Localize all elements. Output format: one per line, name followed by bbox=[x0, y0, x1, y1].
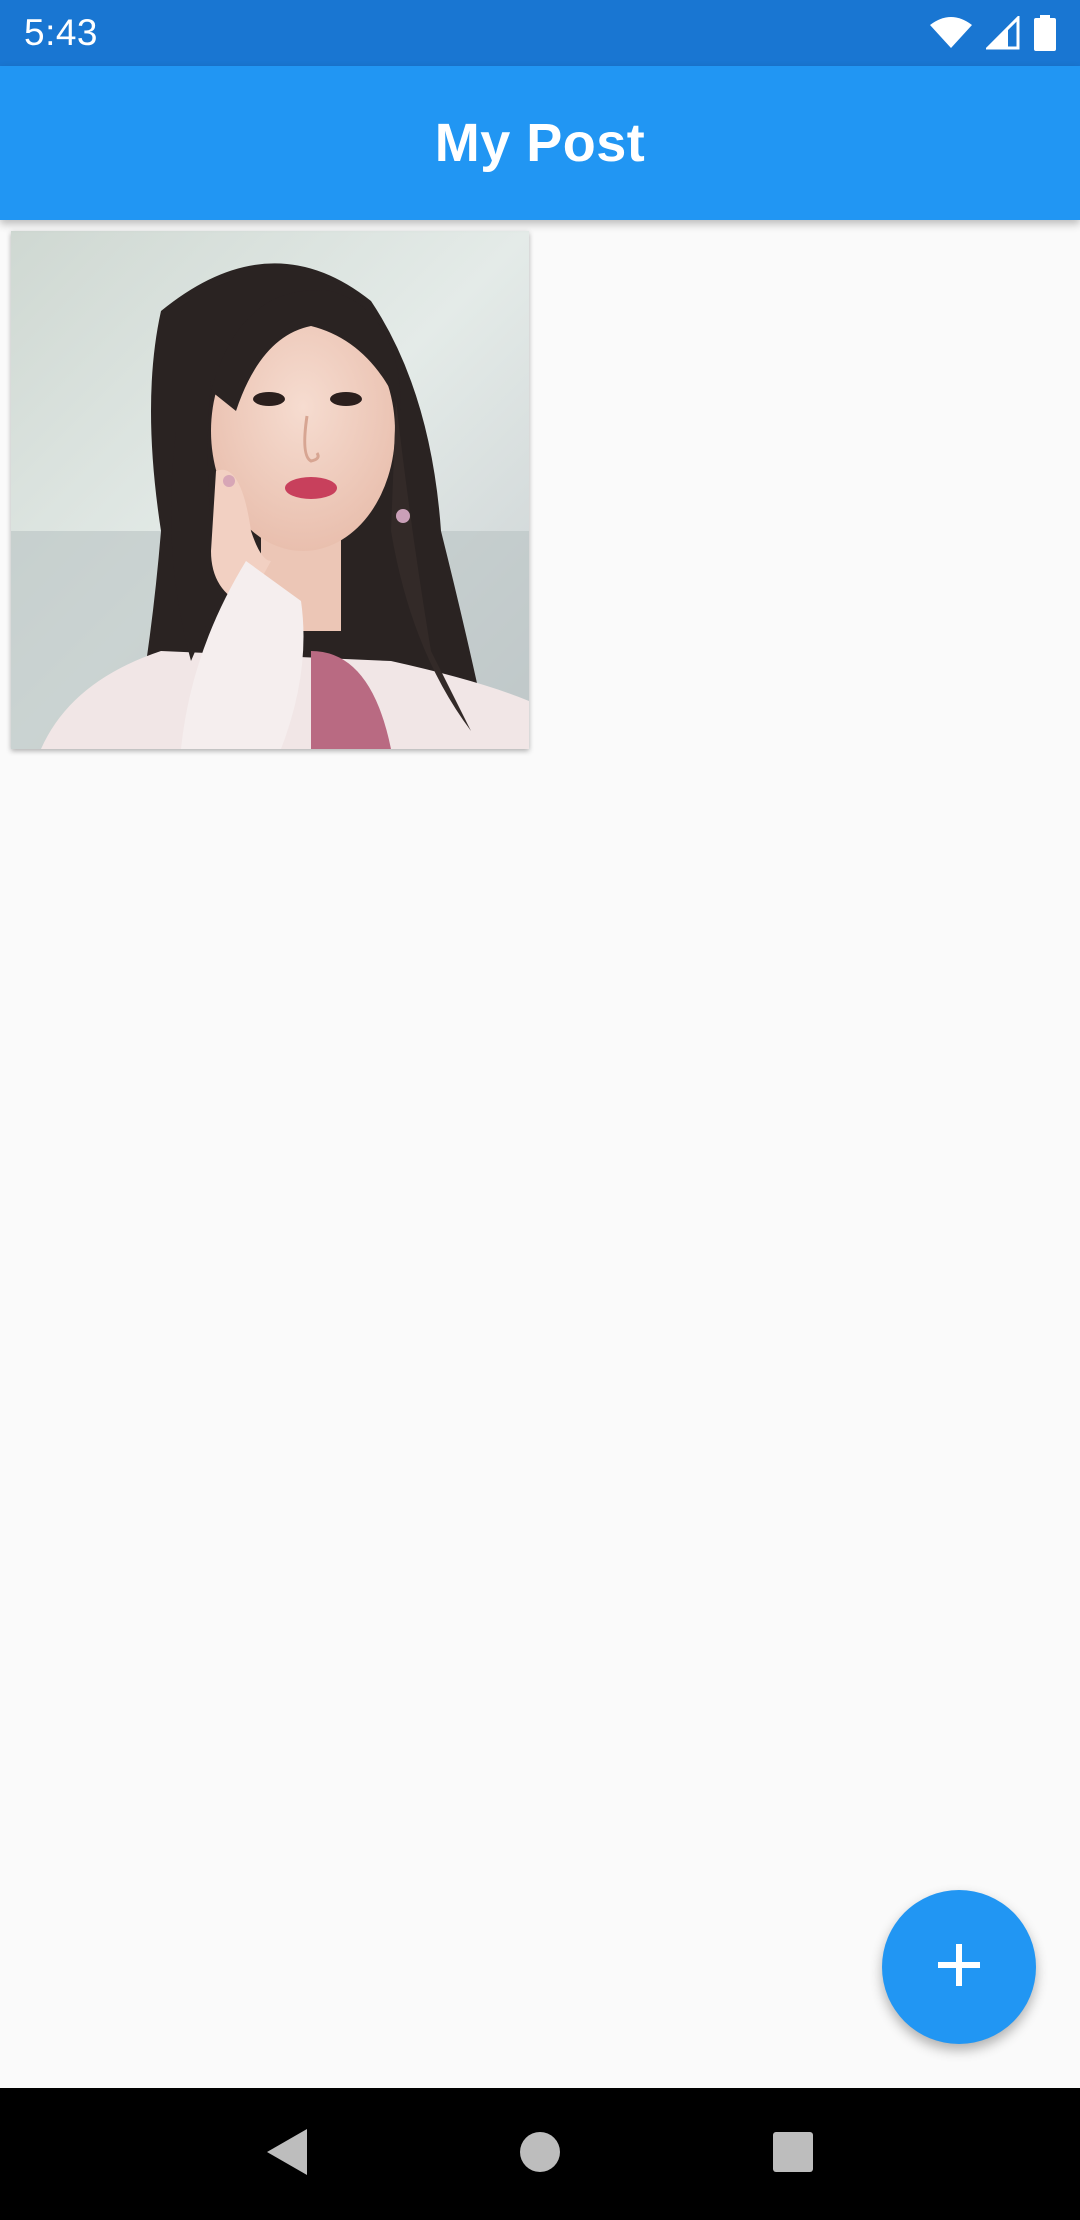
add-post-button[interactable] bbox=[882, 1890, 1036, 2044]
recents-button[interactable] bbox=[753, 2114, 833, 2194]
battery-icon bbox=[1034, 15, 1056, 51]
plus-icon bbox=[936, 1942, 982, 1993]
post-image bbox=[11, 231, 529, 749]
back-icon bbox=[266, 2128, 307, 2180]
status-bar: 5:43 bbox=[0, 0, 1080, 66]
home-button[interactable] bbox=[500, 2114, 580, 2194]
recents-icon bbox=[772, 2131, 814, 2178]
status-time: 5:43 bbox=[24, 12, 99, 53]
post-thumbnail[interactable] bbox=[11, 231, 529, 749]
wifi-icon bbox=[930, 17, 972, 49]
home-icon bbox=[519, 2131, 561, 2178]
status-icons bbox=[930, 15, 1056, 51]
screen: 5:43 My Post bbox=[0, 0, 1080, 2220]
page-title: My Post bbox=[434, 113, 646, 173]
post-grid bbox=[0, 220, 1080, 2088]
back-button[interactable] bbox=[247, 2114, 327, 2194]
cellular-signal-icon bbox=[986, 16, 1020, 50]
navigation-bar bbox=[0, 2088, 1080, 2220]
app-bar: My Post bbox=[0, 66, 1080, 220]
